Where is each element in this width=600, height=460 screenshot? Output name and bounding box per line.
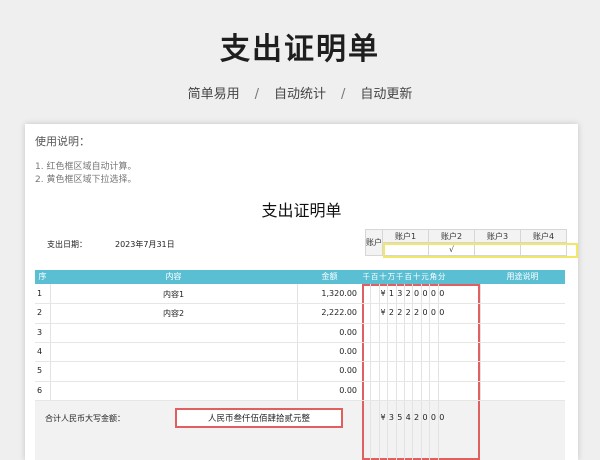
- row-content: 内容1: [162, 290, 185, 299]
- row-seq: 6: [37, 385, 43, 395]
- total-digit: 5: [397, 413, 403, 422]
- row-content: 内容2: [162, 309, 185, 319]
- account-header: 账户4: [520, 229, 567, 243]
- row-seq: 1: [37, 289, 43, 298]
- total-digit: 0: [422, 413, 428, 422]
- total-label: 合计人民币大写金额：: [45, 414, 125, 423]
- feature-auto-stats: 自动统计: [273, 87, 326, 102]
- dropdown-highlight-frame: [383, 243, 578, 258]
- separator: /: [254, 87, 259, 102]
- row-digit: ¥: [380, 308, 386, 318]
- grid-line: [370, 284, 372, 460]
- row-seq: 5: [37, 366, 43, 376]
- feature-easy: 简单易用: [187, 87, 240, 102]
- digit-header: 元: [421, 272, 429, 281]
- row-digit: 0: [422, 308, 428, 318]
- instruction-item: 1. 红色框区域自动计算。: [35, 162, 137, 172]
- digit-header: 百: [370, 272, 379, 281]
- date-value[interactable]: 2023年7月31日: [115, 239, 175, 250]
- row-digit: 0: [422, 289, 428, 298]
- grid-line: [35, 341, 565, 343]
- grid-line: [35, 322, 565, 324]
- instructions-title: 使用说明：: [35, 135, 90, 148]
- account-label: 账户: [365, 229, 383, 256]
- digit-header: 千: [362, 272, 370, 281]
- row-digit: ¥: [380, 289, 386, 298]
- row-seq: 2: [37, 308, 43, 318]
- digit-header: 分: [438, 272, 446, 281]
- row-digit: 2: [388, 308, 394, 318]
- spreadsheet-preview: 使用说明： 1. 红色框区域自动计算。 2. 黄色框区域下拉选择。 支出证明单 …: [25, 124, 578, 460]
- digit-header: 十: [412, 272, 421, 281]
- row-amount: 1,320.00: [321, 289, 357, 298]
- row-digit: 1: [388, 289, 394, 298]
- row-amount: 0.00: [339, 346, 357, 356]
- header-amount: 金额: [321, 272, 338, 281]
- account-header: 账户1: [382, 229, 429, 243]
- account-header: 账户3: [474, 229, 521, 243]
- row-amount: 2,222.00: [321, 308, 357, 318]
- row-amount: 0.00: [339, 366, 357, 376]
- row-amount: 0.00: [339, 327, 357, 337]
- digit-header: 千: [396, 272, 404, 281]
- date-label: 支出日期：: [47, 240, 87, 249]
- total-digit: 0: [439, 413, 445, 422]
- header-content: 内容: [165, 272, 182, 281]
- feature-list: 简单易用 / 自动统计 / 自动更新: [0, 83, 600, 102]
- feature-auto-update: 自动更新: [360, 87, 413, 102]
- row-digit: 3: [397, 289, 403, 298]
- total-digit: 3: [388, 413, 394, 422]
- row-seq: 3: [37, 327, 43, 337]
- row-digit: 0: [430, 289, 436, 298]
- row-digit: 0: [439, 308, 445, 318]
- digit-header: 十: [379, 272, 387, 281]
- digit-header: 万: [387, 272, 396, 281]
- row-digit: 2: [397, 308, 403, 318]
- row-digit: 0: [414, 289, 420, 298]
- row-digit: 0: [439, 289, 445, 298]
- capital-amount: 人民币叁仟伍佰肆拾贰元整: [207, 414, 310, 424]
- digit-header: 百: [404, 272, 412, 281]
- row-digit: 2: [405, 289, 411, 298]
- account-header: 账户2: [428, 229, 475, 243]
- total-digit: 4: [405, 413, 411, 422]
- row-amount: 0.00: [339, 385, 357, 395]
- form-title: 支出证明单: [261, 201, 342, 220]
- separator: /: [341, 87, 346, 102]
- grid-line: [35, 380, 565, 382]
- row-digit: 2: [414, 308, 420, 318]
- total-digit: ¥: [380, 413, 386, 422]
- header-seq: 序: [38, 272, 47, 281]
- total-digit: 0: [430, 413, 436, 422]
- digit-header: 角: [429, 272, 438, 281]
- instruction-item: 2. 黄色框区域下拉选择。: [35, 175, 137, 185]
- row-digit: 2: [405, 308, 411, 318]
- grid-line: [35, 361, 565, 363]
- grid-line: [35, 399, 565, 401]
- page-title: 支出证明单: [220, 32, 380, 67]
- grid-line: [35, 303, 565, 305]
- total-digit: 2: [414, 413, 420, 422]
- row-digit: 0: [430, 308, 436, 318]
- header-purpose: 用途说明: [506, 272, 539, 281]
- row-seq: 4: [37, 346, 43, 356]
